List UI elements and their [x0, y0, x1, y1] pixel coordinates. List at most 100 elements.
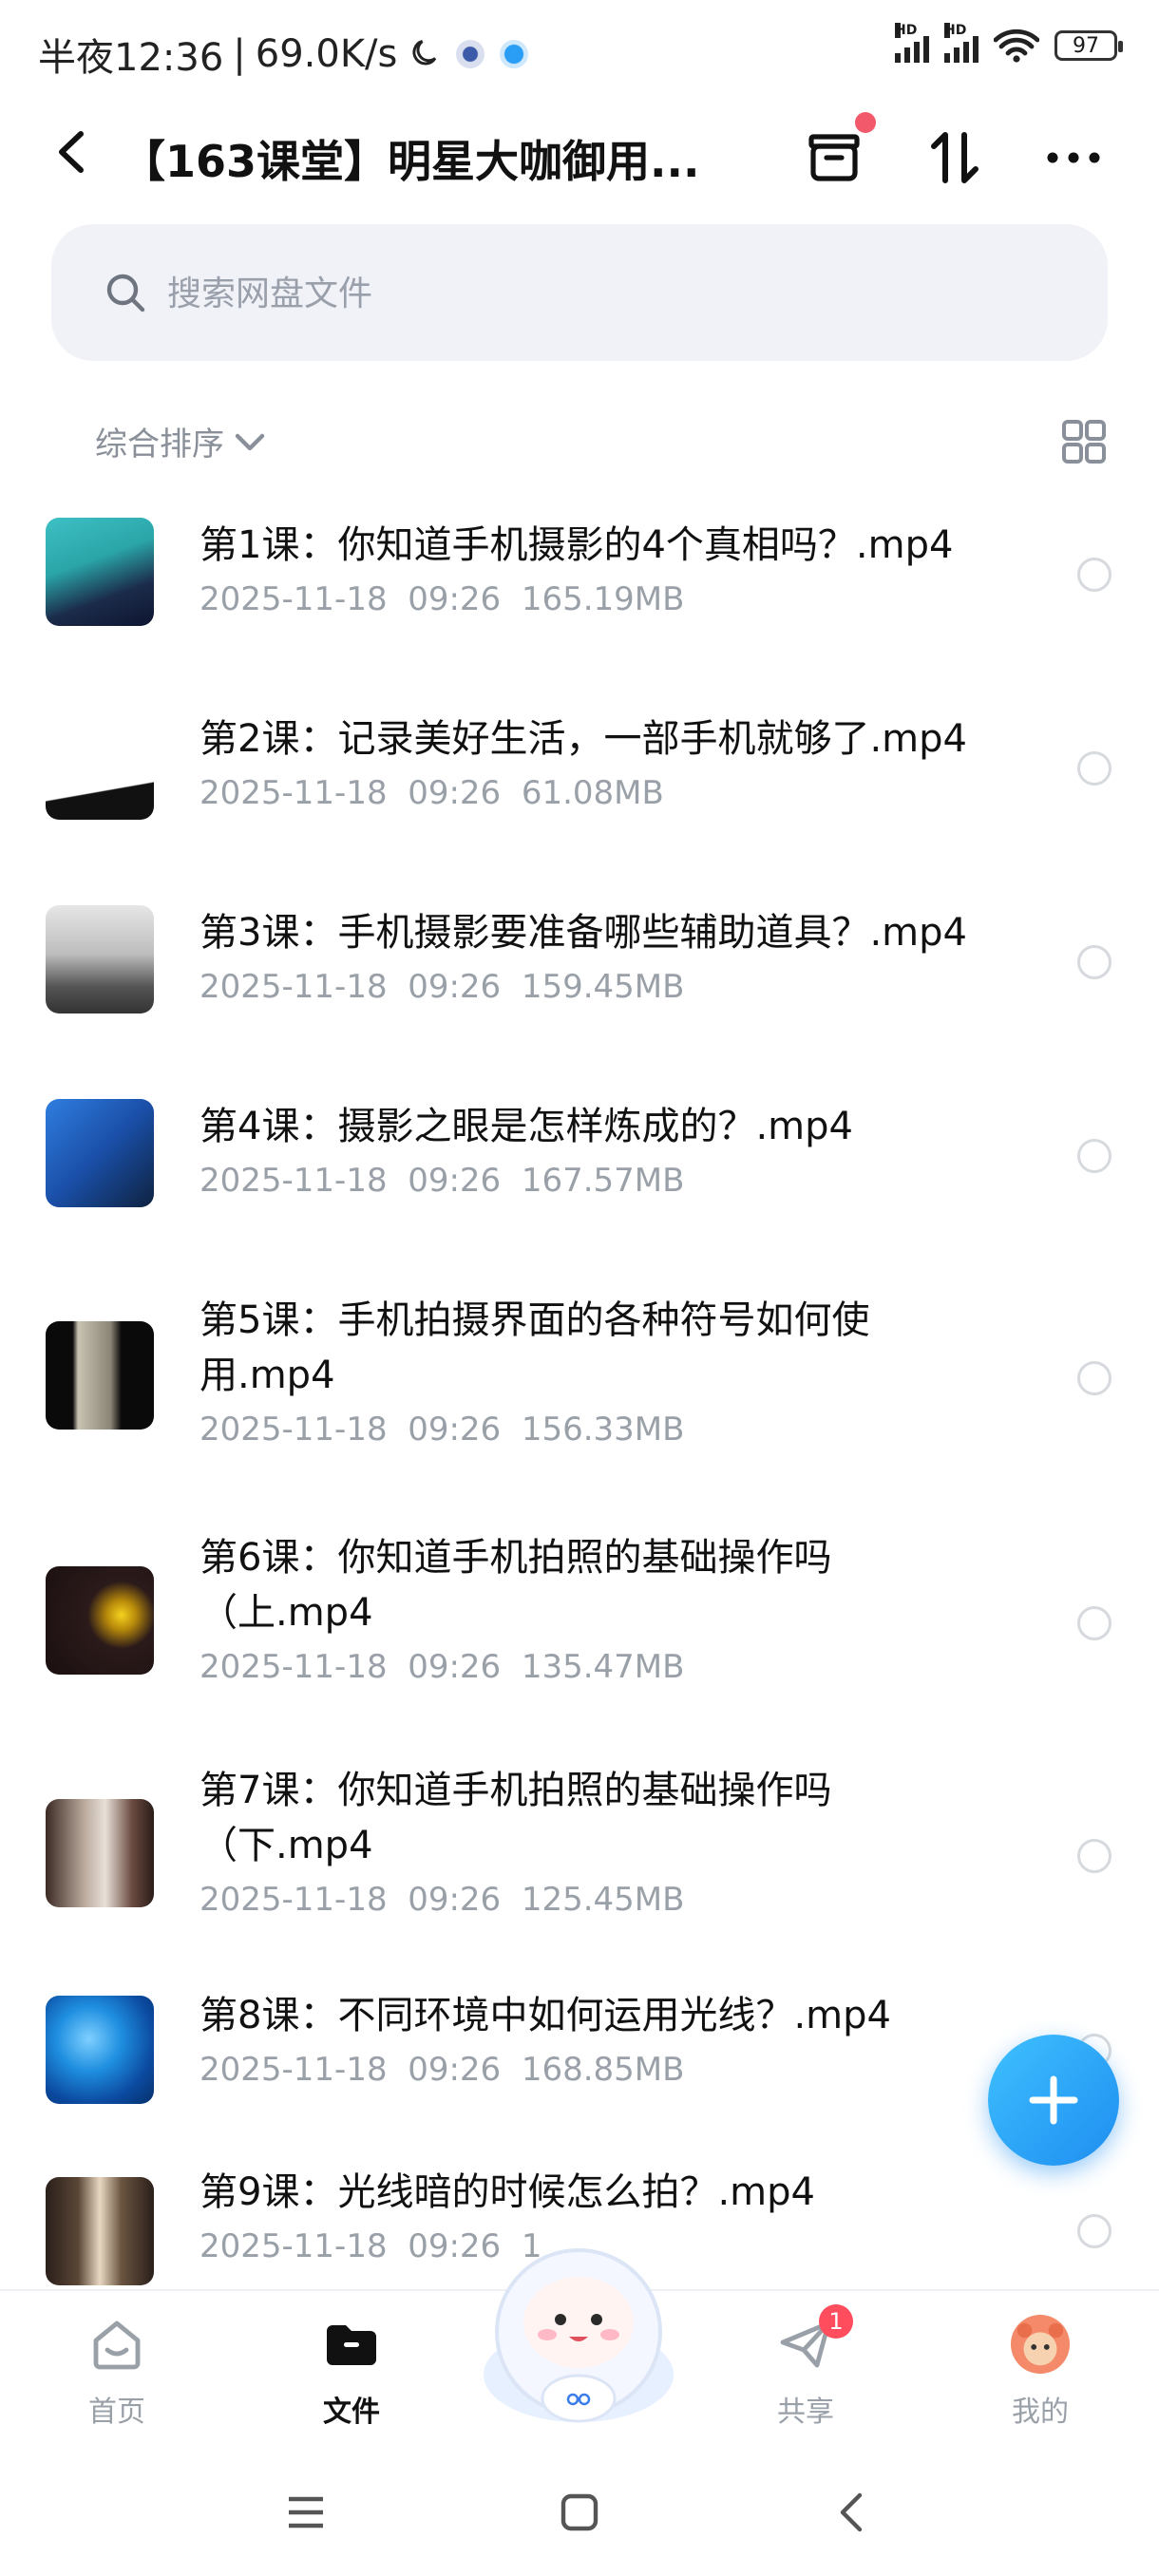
archive-box-icon — [808, 134, 860, 181]
tab-home-label: 首页 — [88, 2396, 145, 2429]
file-name: 第6课：你知道手机拍照的基础操作吗（上.mp4 — [200, 1536, 832, 1635]
status-bar: 半夜12:36 | 69.0K/s HD HD 97 — [0, 0, 1159, 104]
file-size: 135.47MB — [521, 1648, 685, 1686]
video-thumbnail — [46, 1799, 154, 1907]
chevron-down-icon — [235, 433, 265, 450]
file-meta: 2025-11-18 09:26 135.47MB — [200, 1648, 1016, 1686]
recent-apps-button[interactable] — [277, 2484, 334, 2541]
file-size: 159.45MB — [521, 968, 685, 1006]
file-info: 第5课：手机拍摄界面的各种符号如何使用.mp4 2025-11-18 09:26… — [200, 1293, 1016, 1449]
list-item[interactable]: 第7课：你知道手机拍照的基础操作吗（下.mp4 2025-11-18 09:26… — [0, 1736, 1159, 1969]
home-icon — [86, 2314, 147, 2375]
select-checkbox[interactable] — [1077, 2214, 1112, 2248]
file-meta: 2025-11-18 09:26 165.19MB — [200, 580, 1016, 618]
sort-arrows-icon — [931, 132, 978, 183]
tab-files-label: 文件 — [323, 2396, 380, 2429]
plus-icon — [1029, 2075, 1078, 2125]
file-meta: 2025-11-18 09:26 167.57MB — [200, 1162, 1016, 1200]
battery-level: 97 — [1073, 33, 1099, 58]
system-back-button[interactable] — [823, 2484, 880, 2541]
file-date: 2025-11-18 09:26 — [200, 1881, 502, 1919]
hd-label-2: HD — [944, 23, 967, 38]
file-name: 第4课：摄影之眼是怎样炼成的？.mp4 — [200, 1105, 853, 1148]
select-checkbox[interactable] — [1077, 558, 1112, 592]
file-list: 第1课：你知道手机摄影的4个真相吗？.mp4 2025-11-18 09:26 … — [0, 480, 1159, 2357]
select-checkbox[interactable] — [1077, 945, 1112, 979]
list-item[interactable]: 第2课：记录美好生活，一部手机就够了.mp4 2025-11-18 09:26 … — [0, 673, 1159, 867]
file-info: 第8课：不同环境中如何运用光线？.mp4 2025-11-18 09:26 16… — [200, 1988, 1016, 2089]
page-title: 【163课堂】明星大咖御用... — [122, 136, 700, 187]
status-speed: 69.0K/s — [255, 32, 398, 76]
file-meta: 2025-11-18 09:26 156.33MB — [200, 1411, 1016, 1449]
avatar-icon — [1010, 2314, 1071, 2375]
video-thumbnail — [46, 1996, 154, 2104]
list-item[interactable]: 第4课：摄影之眼是怎样炼成的？.mp4 2025-11-18 09:26 167… — [0, 1061, 1159, 1255]
sort-dropdown[interactable]: 综合排序 — [95, 418, 266, 464]
back-arrow-icon — [840, 2492, 863, 2532]
file-date: 2025-11-18 09:26 — [200, 1411, 502, 1449]
share-badge: 1 — [819, 2304, 853, 2339]
tab-home[interactable]: 首页 — [41, 2291, 193, 2434]
tab-share[interactable]: 1 共享 — [730, 2291, 882, 2434]
list-item[interactable]: 第5课：手机拍摄界面的各种符号如何使用.mp4 2025-11-18 09:26… — [0, 1255, 1159, 1504]
list-item[interactable]: 第1课：你知道手机摄影的4个真相吗？.mp4 2025-11-18 09:26 … — [0, 480, 1159, 673]
select-checkbox[interactable] — [1077, 1839, 1112, 1873]
select-checkbox[interactable] — [1077, 1361, 1112, 1395]
tab-files[interactable]: 文件 — [276, 2291, 428, 2434]
status-left: 半夜12:36 | 69.0K/s — [38, 27, 529, 82]
more-button[interactable] — [1036, 120, 1112, 196]
back-button[interactable] — [42, 123, 99, 180]
video-thumbnail — [46, 518, 154, 626]
list-item[interactable]: 第8课：不同环境中如何运用光线？.mp4 2025-11-18 09:26 16… — [0, 1969, 1159, 2163]
select-checkbox[interactable] — [1077, 751, 1112, 786]
signal-icon: HD — [895, 23, 929, 63]
status-divider: | — [233, 32, 246, 76]
wifi-icon — [994, 28, 1039, 63]
video-thumbnail — [46, 711, 154, 820]
sort-row: 综合排序 — [0, 408, 1159, 475]
file-date: 2025-11-18 09:26 — [200, 580, 502, 618]
battery-icon: 97 — [1054, 30, 1123, 61]
archive-button[interactable] — [796, 112, 876, 196]
select-checkbox[interactable] — [1077, 1139, 1112, 1173]
status-time: 半夜12:36 — [38, 36, 224, 80]
moon-icon — [412, 40, 437, 66]
add-button[interactable] — [988, 2035, 1119, 2166]
menu-icon — [289, 2496, 323, 2529]
file-meta: 2025-11-18 09:26 159.45MB — [200, 968, 1016, 1006]
file-info: 第7课：你知道手机拍照的基础操作吗（下.mp4 2025-11-18 09:26… — [200, 1763, 1016, 1919]
search-box[interactable] — [51, 224, 1108, 361]
tab-share-label: 共享 — [777, 2396, 834, 2429]
sort-label: 综合排序 — [95, 426, 224, 464]
sort-order-button[interactable] — [917, 120, 993, 196]
select-checkbox[interactable] — [1077, 1606, 1112, 1640]
file-date: 2025-11-18 09:26 — [200, 968, 502, 1006]
list-item[interactable]: 第6课：你知道手机拍照的基础操作吗（上.mp4 2025-11-18 09:26… — [0, 1504, 1159, 1736]
file-name: 第2课：记录美好生活，一部手机就够了.mp4 — [200, 717, 967, 761]
title-bar: 【163课堂】明星大咖御用... — [0, 104, 1159, 199]
search-input[interactable] — [165, 262, 1024, 325]
ai-assistant-mascot[interactable] — [477, 2232, 680, 2432]
list-item[interactable]: 第3课：手机摄影要准备哪些辅助道具？.mp4 2025-11-18 09:26 … — [0, 867, 1159, 1061]
app-notification-icon — [456, 40, 485, 68]
file-date: 2025-11-18 09:26 — [200, 2227, 502, 2265]
file-name: 第9课：光线暗的时候怎么拍？.mp4 — [200, 2170, 815, 2214]
search-icon — [106, 274, 145, 313]
file-info: 第1课：你知道手机摄影的4个真相吗？.mp4 2025-11-18 09:26 … — [200, 518, 1016, 618]
signal-icon-2: HD — [944, 23, 978, 63]
video-thumbnail — [46, 2177, 154, 2285]
video-thumbnail — [46, 1099, 154, 1207]
file-date: 2025-11-18 09:26 — [200, 2051, 502, 2089]
file-meta: 2025-11-18 09:26 61.08MB — [200, 774, 1016, 812]
file-info: 第2课：记录美好生活，一部手机就够了.mp4 2025-11-18 09:26 … — [200, 711, 1016, 812]
home-button[interactable] — [551, 2484, 608, 2541]
file-size: 168.85MB — [521, 2051, 685, 2089]
tab-me-label: 我的 — [1012, 2396, 1069, 2429]
grid-view-icon — [1062, 420, 1106, 464]
mascot-icon — [484, 2248, 674, 2423]
square-icon — [560, 2493, 598, 2531]
file-size: 167.57MB — [521, 1162, 685, 1200]
grid-view-button[interactable] — [1060, 418, 1108, 465]
file-name: 第5课：手机拍摄界面的各种符号如何使用.mp4 — [200, 1298, 870, 1397]
tab-me[interactable]: 我的 — [964, 2291, 1116, 2434]
